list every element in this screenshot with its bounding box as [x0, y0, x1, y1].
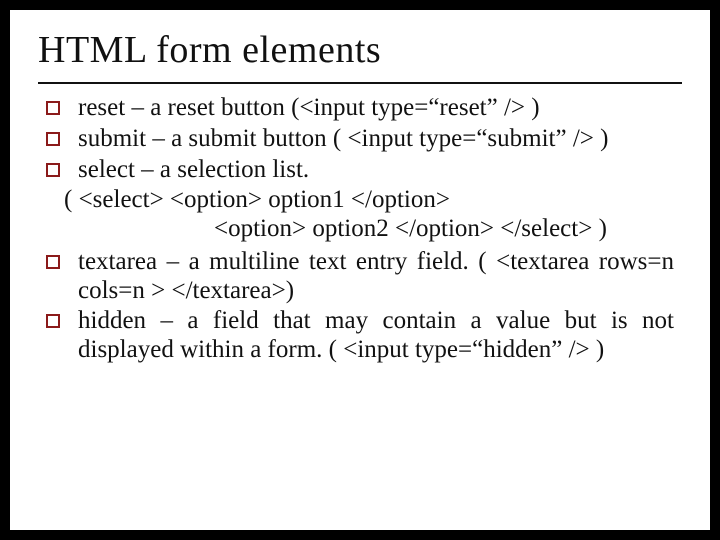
title-underline [38, 82, 682, 84]
code-line: <option> option2 </option> </select> ) [64, 215, 674, 244]
bullet-row: reset – a reset button (<input type=“res… [46, 94, 674, 123]
bullet-icon [46, 132, 60, 146]
slide-content: reset – a reset button (<input type=“res… [10, 94, 710, 365]
bullet-text: select – a selection list. [78, 156, 674, 185]
code-line: ( <select> <option> option1 </option> [64, 186, 674, 215]
slide-title: HTML form elements [10, 10, 710, 76]
code-block: ( <select> <option> option1 </option> <o… [46, 186, 674, 244]
bullet-row: select – a selection list. [46, 156, 674, 185]
bullet-text: textarea – a multiline text entry field.… [78, 248, 674, 306]
bullet-text: submit – a submit button ( <input type=“… [78, 125, 674, 154]
bullet-row: submit – a submit button ( <input type=“… [46, 125, 674, 154]
bullet-text: hidden – a field that may contain a valu… [78, 307, 674, 365]
slide: HTML form elements reset – a reset butto… [10, 10, 710, 530]
bullet-icon [46, 255, 60, 269]
bullet-text: reset – a reset button (<input type=“res… [78, 94, 674, 123]
bullet-icon [46, 314, 60, 328]
bullet-icon [46, 163, 60, 177]
bullet-row: textarea – a multiline text entry field.… [46, 248, 674, 306]
bullet-row: hidden – a field that may contain a valu… [46, 307, 674, 365]
bullet-icon [46, 101, 60, 115]
